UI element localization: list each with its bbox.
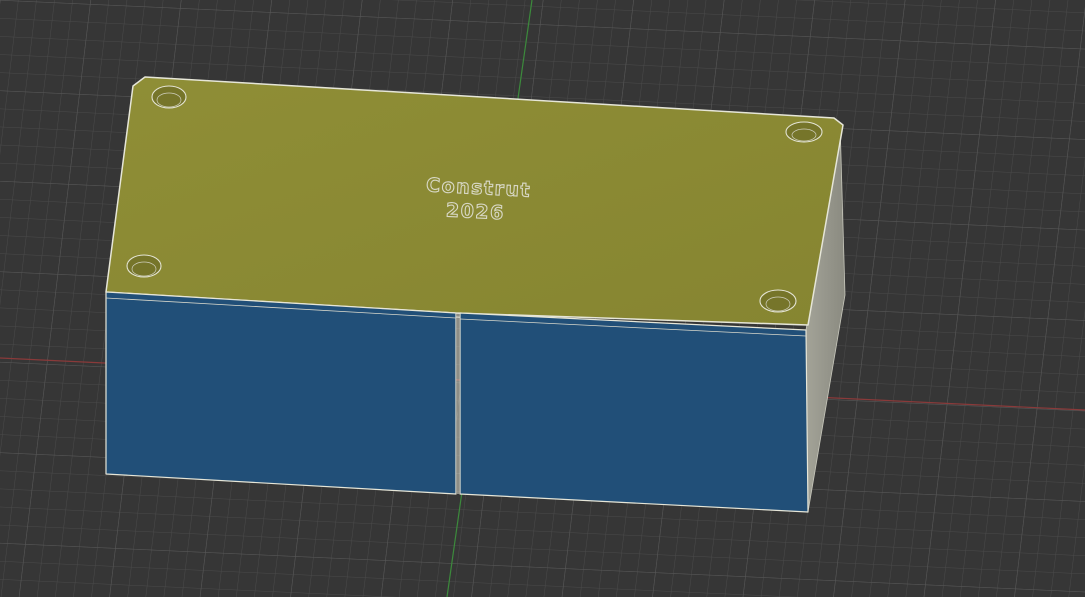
mounting-hole-bottom-right[interactable] <box>759 289 797 313</box>
viewport-canvas[interactable]: Construt 2026 <box>0 0 1085 597</box>
mounting-hole-bottom-left[interactable] <box>126 254 162 278</box>
3d-viewport[interactable]: Construt 2026 <box>0 0 1085 597</box>
front-panel-right[interactable] <box>459 312 809 513</box>
engraving-line2: 2026 <box>445 199 505 224</box>
mounting-hole-top-left[interactable] <box>151 85 187 109</box>
front-panel-left[interactable] <box>105 291 457 495</box>
mounting-hole-top-right[interactable] <box>785 121 823 143</box>
